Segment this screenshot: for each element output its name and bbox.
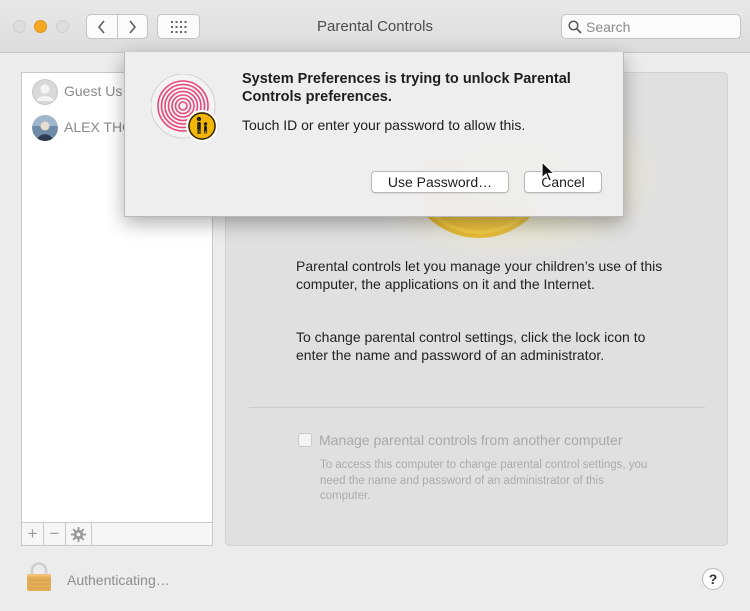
manage-remotely-note: To access this computer to change parent… xyxy=(320,459,648,502)
touch-id-fingerprint-icon xyxy=(150,73,218,147)
gear-icon xyxy=(71,526,86,542)
user-name: ALEX THO xyxy=(64,119,133,135)
dialog-message: Touch ID or enter your password to allow… xyxy=(242,117,526,133)
instructions-text: To change parental control settings, cli… xyxy=(296,329,646,363)
cancel-button[interactable]: Cancel xyxy=(524,171,602,193)
search-input[interactable] xyxy=(586,17,736,36)
remove-user-button[interactable]: − xyxy=(44,523,66,545)
dialog-title: System Preferences is trying to unlock P… xyxy=(242,71,571,105)
user-name: Guest Us xyxy=(64,83,123,99)
toolbar: Parental Controls xyxy=(0,0,750,53)
manage-remotely-label: Manage parental controls from another co… xyxy=(319,432,623,448)
system-preferences-window: Parental Controls Guest Us xyxy=(0,0,750,611)
manage-remotely-checkbox[interactable] xyxy=(298,433,312,447)
user-photo-avatar xyxy=(32,115,58,141)
lock-icon xyxy=(27,562,51,591)
intro-text: Parental controls let you manage your ch… xyxy=(296,258,663,292)
plus-icon: + xyxy=(27,524,38,543)
authentication-sheet: System Preferences is trying to unlock P… xyxy=(124,52,624,217)
search-field[interactable] xyxy=(561,14,741,39)
lock-button[interactable] xyxy=(26,562,52,597)
minus-icon: − xyxy=(49,524,60,543)
add-user-button[interactable]: + xyxy=(22,523,44,545)
authentication-status: Authenticating… xyxy=(67,572,170,588)
mouse-cursor-icon xyxy=(541,161,555,182)
search-icon xyxy=(568,20,582,34)
user-actions-button[interactable] xyxy=(66,523,92,545)
use-password-button[interactable]: Use Password… xyxy=(371,171,509,193)
divider xyxy=(249,407,705,408)
sidebar-button-bar: + − xyxy=(22,522,212,545)
guest-avatar-icon xyxy=(32,79,58,105)
help-button[interactable]: ? xyxy=(702,568,724,590)
manage-remotely-option: Manage parental controls from another co… xyxy=(298,432,623,448)
